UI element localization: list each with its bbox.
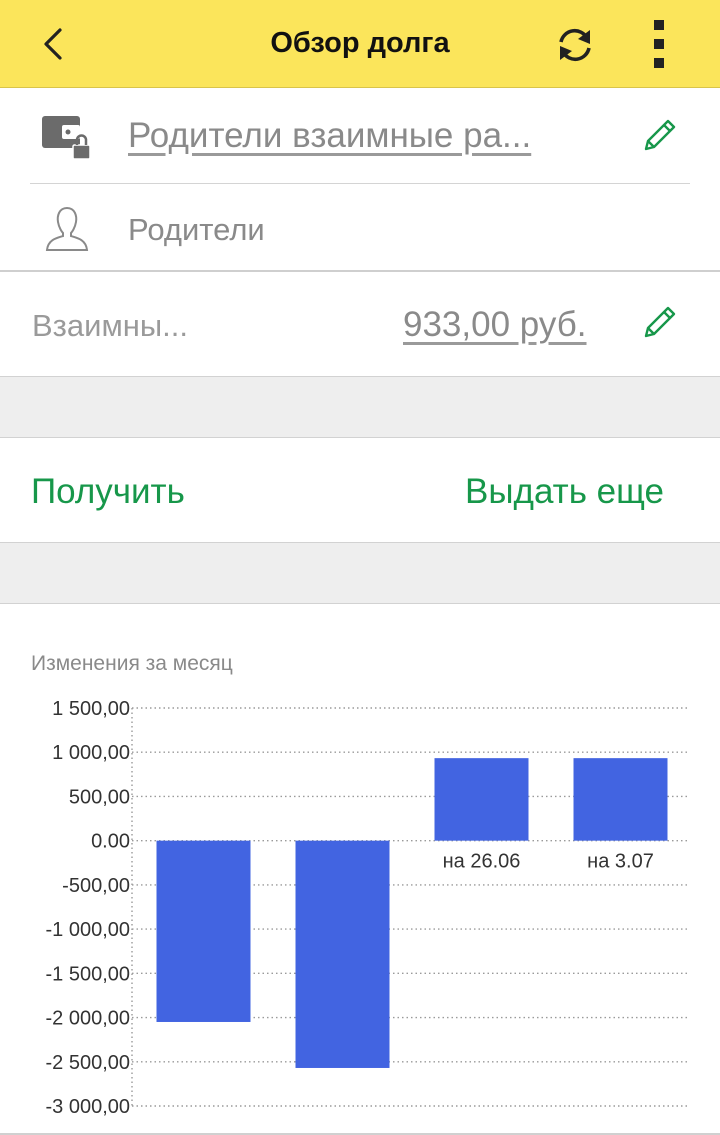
y-tick-label: -2 000,00 [45, 1008, 130, 1030]
amount-row: Взаимны... 933,00 руб. [0, 272, 720, 376]
wallet-name[interactable]: Родители взаимные ра... [128, 116, 531, 156]
chart-bar[interactable] [573, 758, 668, 841]
amount-label: Взаимны... [32, 308, 188, 343]
wallet-lock-icon [42, 116, 91, 160]
refresh-icon[interactable] [552, 22, 598, 68]
section-separator [0, 376, 720, 438]
actions-row: Получить Выдать еще [0, 438, 720, 542]
amount-value[interactable]: 933,00 руб. [403, 305, 587, 345]
edit-wallet-icon[interactable] [638, 115, 680, 157]
section-separator [0, 542, 720, 604]
counterparty-name: Родители [128, 212, 265, 247]
app-bar: Обзор долга [0, 0, 720, 88]
give-more-button[interactable]: Выдать еще [465, 472, 664, 512]
y-tick-label: -1 000,00 [45, 919, 130, 941]
chart-title: Изменения за месяц [31, 652, 233, 675]
y-tick-label: 1 000,00 [52, 742, 130, 764]
y-tick-label: 500,00 [69, 786, 130, 808]
y-tick-label: 1 500,00 [52, 698, 130, 720]
user-icon [45, 206, 89, 251]
y-tick-label: -3 000,00 [45, 1096, 130, 1118]
chart-bar[interactable] [434, 758, 529, 841]
bar-category-label: на 3.07 [587, 851, 654, 873]
chart-bar[interactable] [295, 840, 390, 1068]
edit-amount-icon[interactable] [638, 302, 680, 344]
chart-bar[interactable] [156, 840, 251, 1022]
y-tick-label: -2 500,00 [45, 1052, 130, 1074]
receive-button[interactable]: Получить [31, 472, 185, 512]
y-tick-label: -1 500,00 [45, 963, 130, 985]
page-title: Обзор долга [270, 27, 450, 59]
y-tick-label: -500,00 [62, 875, 130, 897]
more-vertical-icon[interactable] [645, 18, 675, 70]
y-tick-label: 0.00 [91, 831, 130, 853]
bar-category-label: на 26.06 [443, 851, 521, 873]
counterparty-row: Родители [0, 184, 720, 270]
wallet-row[interactable]: Родители взаимные ра... [0, 88, 720, 184]
monthly-changes-chart: 1 500,00 1 000,00 500,00 0.00 -500,00 -1 000,… [45, 698, 690, 1118]
